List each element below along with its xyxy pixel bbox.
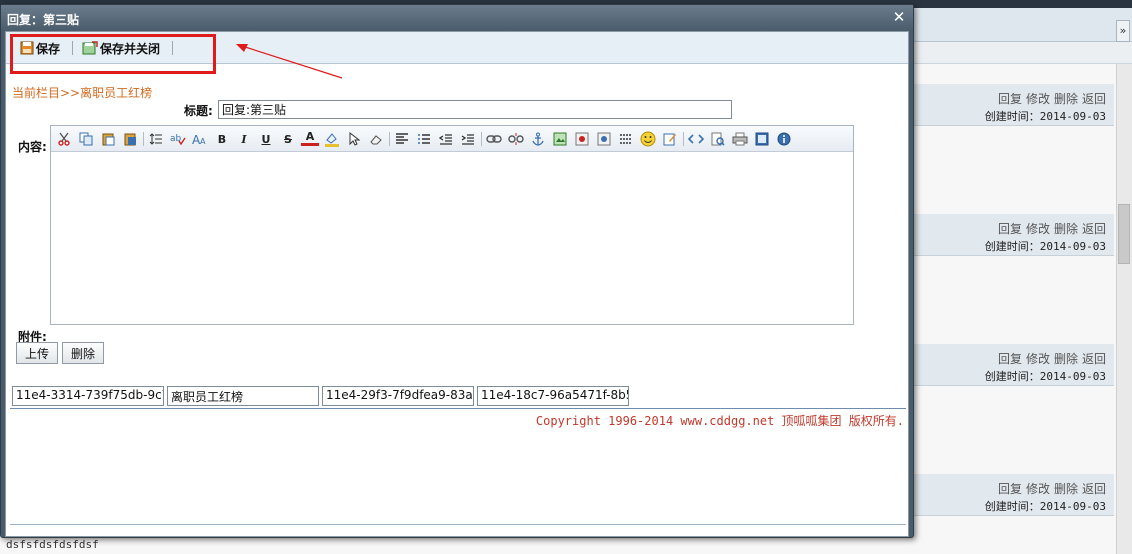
image-icon[interactable] (551, 130, 569, 148)
upload-button[interactable]: 上传 (16, 342, 58, 364)
paste-icon[interactable] (99, 130, 117, 148)
fullscreen-icon[interactable] (753, 130, 771, 148)
reply-link[interactable]: 回复 (998, 222, 1022, 236)
source-code-icon[interactable] (687, 130, 705, 148)
unlink-icon[interactable] (507, 130, 525, 148)
title-label: 标题: (184, 104, 213, 118)
outdent-icon[interactable] (437, 130, 455, 148)
divider (10, 524, 906, 525)
id-field-3[interactable]: 11e4-18c7-96a5471f-8b52 (477, 386, 629, 406)
background-footer-text: dsfsfdsfdsfdsf (6, 538, 99, 551)
edit-link[interactable]: 修改 (1026, 222, 1050, 236)
about-icon[interactable] (775, 130, 793, 148)
ordered-list-icon[interactable] (415, 130, 433, 148)
editor-separator (481, 132, 482, 146)
back-link[interactable]: 返回 (1082, 92, 1106, 106)
back-link[interactable]: 返回 (1082, 352, 1106, 366)
breadcrumb[interactable]: 当前栏目>>离职员工红榜 (12, 84, 152, 101)
post-created-time: 创建时间：2014-09-03 (984, 240, 1106, 253)
post-created-time: 创建时间：2014-09-03 (984, 110, 1106, 123)
back-link[interactable]: 返回 (1082, 222, 1106, 236)
rich-text-editor: ab AA B I U S A (50, 125, 854, 325)
italic-icon[interactable]: I (235, 130, 253, 148)
edit-icon[interactable] (661, 130, 679, 148)
preview-icon[interactable] (709, 130, 727, 148)
eraser-icon[interactable] (367, 130, 385, 148)
reply-link[interactable]: 回复 (998, 482, 1022, 496)
paste-word-icon[interactable] (121, 130, 139, 148)
delete-button[interactable]: 删除 (62, 342, 104, 364)
font-color-icon[interactable]: A (301, 130, 319, 146)
underline-icon[interactable]: U (257, 130, 275, 148)
post-actions: 回复 修改 删除 返回 (994, 350, 1106, 367)
scrollbar-thumb[interactable] (1118, 204, 1130, 264)
strikethrough-icon[interactable]: S (279, 130, 297, 148)
editor-content-area[interactable] (51, 152, 853, 324)
close-icon[interactable]: ✕ (891, 9, 907, 25)
align-icon[interactable] (393, 130, 411, 148)
font-size-icon[interactable]: AA (191, 130, 209, 148)
print-icon[interactable] (731, 130, 749, 148)
dialog-body: 保存 保存并关闭 当前栏目>>离职员工红榜 标题: 内容: (5, 31, 909, 537)
delete-link[interactable]: 删除 (1054, 92, 1078, 106)
edit-link[interactable]: 修改 (1026, 352, 1050, 366)
copyright-text: Copyright 1996-2014 www.cddgg.net 顶呱呱集团 … (535, 414, 904, 428)
dialog-titlebar[interactable]: 回复：第三贴 ✕ (1, 5, 913, 31)
reply-link[interactable]: 回复 (998, 352, 1022, 366)
bold-icon[interactable]: B (213, 130, 231, 148)
title-input[interactable] (218, 100, 732, 119)
chevron-double-down-icon[interactable]: » (1116, 20, 1130, 42)
spellcheck-icon[interactable]: ab (169, 130, 187, 148)
bg-color-icon[interactable] (323, 130, 341, 148)
cut-icon[interactable] (55, 130, 73, 148)
edit-link[interactable]: 修改 (1026, 482, 1050, 496)
svg-text:A: A (200, 137, 206, 146)
background-scrollbar[interactable] (1116, 64, 1132, 554)
reply-link[interactable]: 回复 (998, 92, 1022, 106)
delete-link[interactable]: 删除 (1054, 222, 1078, 236)
post-created-time: 创建时间：2014-09-03 (984, 370, 1106, 383)
post-actions: 回复 修改 删除 返回 (994, 220, 1106, 237)
editor-separator (683, 132, 684, 146)
select-icon[interactable] (345, 130, 363, 148)
divider (10, 408, 906, 409)
editor-separator (143, 132, 144, 146)
id-field-1[interactable]: 11e4-3314-739f75db-9c7b (12, 386, 164, 406)
anchor-icon[interactable] (529, 130, 547, 148)
dialog-title: 回复：第三贴 (7, 13, 80, 27)
content-label: 内容: (18, 140, 47, 154)
media-icon[interactable] (595, 130, 613, 148)
post-actions: 回复 修改 删除 返回 (994, 480, 1106, 497)
edit-link[interactable]: 修改 (1026, 92, 1050, 106)
indent-icon[interactable] (459, 130, 477, 148)
annotation-arrow (236, 44, 343, 79)
post-created-time: 创建时间：2014-09-03 (984, 500, 1106, 513)
emoticon-icon[interactable] (639, 130, 657, 148)
reply-dialog: 回复：第三贴 ✕ 保存 保存并关闭 当前栏目>>离职员工红榜 标题: 内容: (0, 4, 914, 538)
post-actions: 回复 修改 删除 返回 (994, 90, 1106, 107)
delete-link[interactable]: 删除 (1054, 482, 1078, 496)
flash-icon[interactable] (573, 130, 591, 148)
copy-icon[interactable] (77, 130, 95, 148)
column-name-field[interactable]: 离职员工红榜 (167, 386, 319, 406)
annotation-highlight-box (10, 34, 216, 74)
editor-separator (389, 132, 390, 146)
delete-link[interactable]: 删除 (1054, 352, 1078, 366)
editor-toolbar: ab AA B I U S A (51, 126, 853, 152)
link-icon[interactable] (485, 130, 503, 148)
back-link[interactable]: 返回 (1082, 482, 1106, 496)
hr-icon[interactable] (617, 130, 635, 148)
line-height-icon[interactable] (147, 130, 165, 148)
id-field-2[interactable]: 11e4-29f3-7f9dfea9-83a0-a (322, 386, 474, 406)
